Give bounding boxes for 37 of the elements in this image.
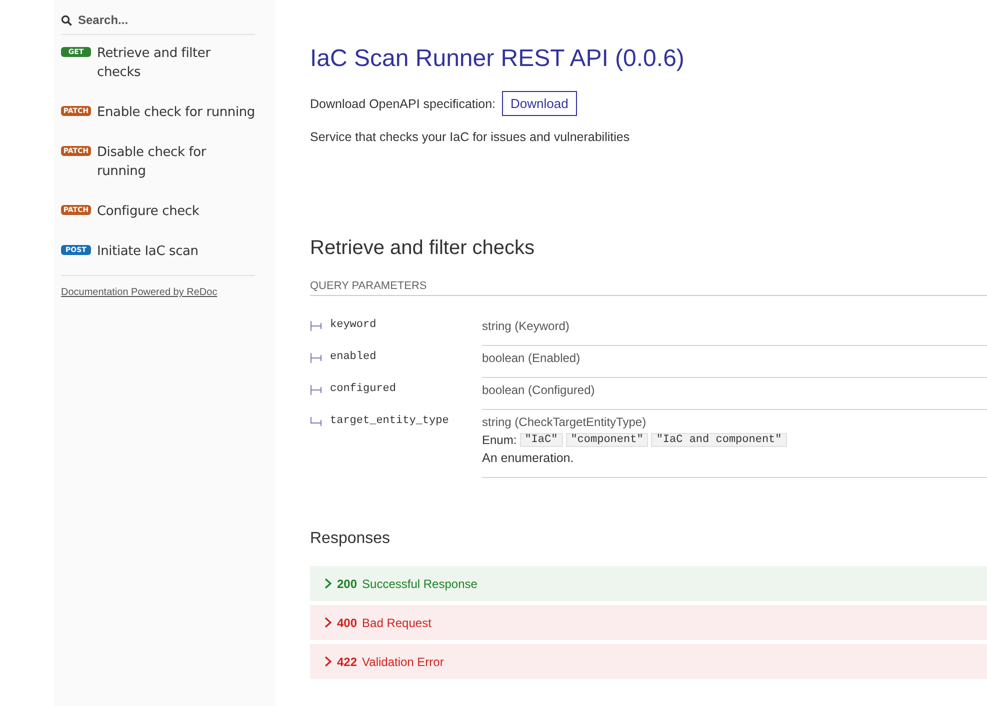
download-button[interactable]: Download [502, 91, 578, 116]
sidebar-item[interactable]: Disable check for running [97, 143, 255, 181]
download-label: Download OpenAPI specification: [310, 96, 496, 110]
enum-value: "component" [566, 433, 648, 447]
sidebar-item[interactable]: Enable check for running [97, 103, 255, 122]
sidebar-item[interactable]: Initiate IaC scan [97, 242, 198, 261]
param-type: boolean (Configured) [482, 383, 596, 397]
response-row[interactable]: 400 Bad Request [310, 605, 987, 640]
description: Service that checks your IaC for issues and vulnerabilities [310, 130, 631, 144]
param-type: string (CheckTargetEntityType) [482, 415, 648, 429]
sidebar-item[interactable]: Retrieve and filter checks [97, 44, 255, 82]
chevron-icon [324, 578, 332, 589]
section-title: Retrieve and filter checks [310, 237, 536, 260]
param-type: string (Keyword) [482, 319, 570, 333]
chevron-icon [324, 656, 332, 667]
params-heading: QUERY PARAMETERS [310, 280, 987, 296]
sidebar-item[interactable]: Configure check [97, 202, 200, 221]
tree-connector-icon [310, 353, 322, 363]
search-field[interactable]: Search... [78, 13, 228, 27]
chevron-icon [324, 617, 332, 628]
tree-connector-icon [310, 417, 322, 427]
param-name: keyword [330, 319, 376, 331]
search-icon [61, 14, 72, 26]
tree-connector-icon [310, 321, 322, 331]
param-name: enabled [330, 351, 376, 363]
param-description: An enumeration. [482, 451, 575, 465]
param-name: configured [330, 383, 396, 395]
enum-value: "IaC" [520, 433, 563, 447]
enum-label: Enum: [482, 433, 517, 447]
footer-link[interactable]: Documentation Powered by ReDoc [61, 287, 218, 298]
responses-title: Responses [310, 530, 392, 548]
param-type: boolean (Enabled) [482, 351, 582, 365]
response-row[interactable]: 422 Validation Error [310, 644, 987, 679]
enum-value: "IaC and component" [651, 433, 787, 447]
page-title: IaC Scan Runner REST API (0.0.6) [310, 45, 686, 73]
tree-connector-icon [310, 385, 322, 395]
param-name: target_entity_type [330, 415, 449, 427]
